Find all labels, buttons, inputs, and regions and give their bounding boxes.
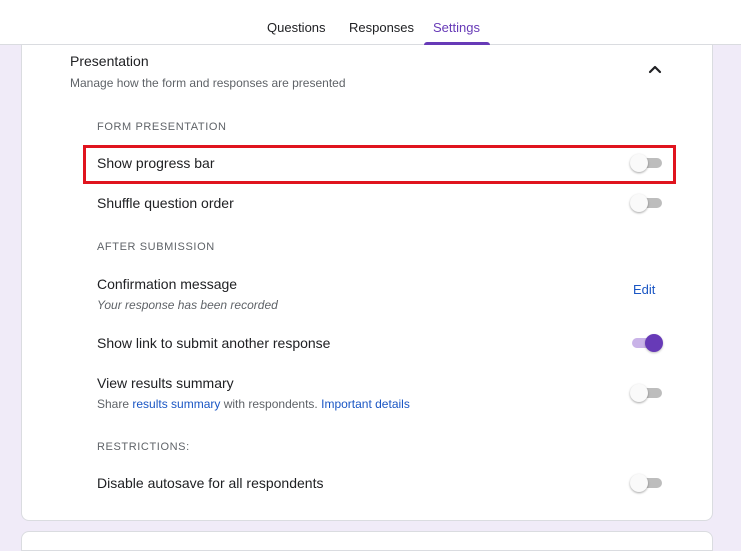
restrictions-header: RESTRICTIONS:	[97, 441, 190, 453]
view-results-summary-label: View results summary	[97, 375, 234, 391]
view-results-description: Share results summary with respondents. …	[97, 397, 410, 411]
shuffle-question-order-toggle[interactable]	[630, 193, 664, 213]
disable-autosave-label: Disable autosave for all respondents	[97, 475, 324, 491]
show-link-label: Show link to submit another response	[97, 335, 331, 351]
toggle-thumb	[630, 474, 648, 492]
toggle-thumb	[630, 194, 648, 212]
view-results-summary-toggle[interactable]	[630, 383, 664, 403]
tab-questions[interactable]: Questions	[267, 20, 326, 35]
tab-responses[interactable]: Responses	[349, 20, 414, 35]
view-results-desc-mid: with respondents.	[220, 397, 322, 411]
toggle-thumb	[645, 334, 663, 352]
chevron-up-icon[interactable]	[648, 64, 662, 74]
confirmation-message-label: Confirmation message	[97, 276, 238, 292]
view-results-desc-prefix: Share	[97, 397, 133, 411]
highlight-box	[83, 145, 676, 184]
confirmation-message-value: Your response has been recorded	[97, 298, 278, 312]
shuffle-question-order-label: Shuffle question order	[97, 195, 234, 211]
tab-settings[interactable]: Settings	[433, 20, 480, 35]
toggle-thumb	[630, 384, 648, 402]
show-link-toggle[interactable]	[630, 333, 664, 353]
disable-autosave-toggle[interactable]	[630, 473, 664, 493]
after-submission-header: AFTER SUBMISSION	[97, 241, 215, 253]
presentation-subtitle: Manage how the form and responses are pr…	[70, 76, 346, 90]
next-settings-card	[21, 531, 713, 551]
top-tab-bar: Questions Responses Settings	[0, 0, 741, 45]
presentation-title: Presentation	[70, 53, 149, 69]
results-summary-link[interactable]: results summary	[132, 397, 220, 411]
important-details-link[interactable]: Important details	[321, 397, 410, 411]
edit-confirmation-button[interactable]: Edit	[633, 282, 655, 297]
form-presentation-header: FORM PRESENTATION	[97, 121, 227, 133]
